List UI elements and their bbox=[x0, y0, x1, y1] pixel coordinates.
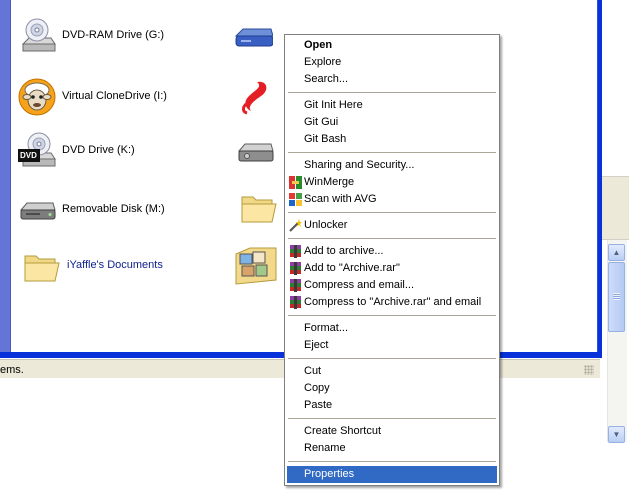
menu-item-properties[interactable]: Properties bbox=[287, 466, 497, 483]
winrar-icon bbox=[290, 296, 301, 309]
menu-item-winmerge[interactable]: WinMerge bbox=[287, 174, 497, 191]
drive-label: Virtual CloneDrive (I:) bbox=[62, 90, 167, 102]
menu-item-sharing-and-security[interactable]: Sharing and Security... bbox=[287, 157, 497, 174]
drive-label: iYaffle's Documents bbox=[67, 259, 163, 271]
menu-item-label: Paste bbox=[304, 399, 333, 411]
menu-item-open[interactable]: Open bbox=[287, 37, 497, 54]
drive-item-removable-disk[interactable]: Removable Disk (M:) bbox=[17, 190, 197, 230]
menu-item-label: Git Gui bbox=[304, 116, 339, 128]
menu-item-git-gui[interactable]: Git Gui bbox=[287, 114, 497, 131]
drive-label: DVD Drive (K:) bbox=[62, 144, 135, 156]
menu-item-label: Add to archive... bbox=[304, 245, 384, 257]
menu-item-add-to-archive-rar[interactable]: Add to "Archive.rar" bbox=[287, 260, 497, 277]
drive-item-virtual-clonedrive[interactable]: Virtual CloneDrive (I:) bbox=[17, 77, 207, 117]
menu-item-rename[interactable]: Rename bbox=[287, 440, 497, 457]
menu-item-label: Compress and email... bbox=[304, 279, 415, 291]
menu-item-label: Unlocker bbox=[304, 219, 348, 231]
menu-item-paste[interactable]: Paste bbox=[287, 397, 497, 414]
menu-separator bbox=[288, 461, 496, 462]
menu-item-label: Git Init Here bbox=[304, 99, 363, 111]
menu-item-label: Git Bash bbox=[304, 133, 347, 145]
drive-label: DVD-RAM Drive (G:) bbox=[62, 29, 165, 41]
menu-item-compress-and-email[interactable]: Compress and email... bbox=[287, 277, 497, 294]
menu-item-git-init-here[interactable]: Git Init Here bbox=[287, 97, 497, 114]
menu-item-label: Create Shortcut bbox=[304, 425, 382, 437]
menu-item-label: Add to "Archive.rar" bbox=[304, 262, 400, 274]
menu-item-label: Properties bbox=[304, 468, 355, 480]
menu-item-label: Eject bbox=[304, 339, 329, 351]
dvd-badge-text: DVD bbox=[20, 151, 37, 160]
menu-separator bbox=[288, 315, 496, 316]
avg-icon bbox=[289, 193, 302, 206]
clonedrive-sheep-icon bbox=[18, 78, 56, 116]
menu-item-unlocker[interactable]: Unlocker bbox=[287, 217, 497, 234]
menu-separator bbox=[288, 358, 496, 359]
explorer-task-pane-edge bbox=[0, 0, 11, 352]
winrar-icon bbox=[290, 262, 301, 275]
menu-item-label: Open bbox=[304, 39, 333, 51]
scrollbar-thumb[interactable] bbox=[608, 262, 625, 332]
resize-grip[interactable] bbox=[584, 365, 594, 375]
background-window-toolbar bbox=[602, 176, 629, 240]
menu-separator bbox=[288, 152, 496, 153]
menu-item-cut[interactable]: Cut bbox=[287, 363, 497, 380]
scroll-down-button[interactable]: ▼ bbox=[608, 426, 625, 443]
removable-disk-icon bbox=[19, 202, 56, 220]
menu-item-create-shortcut[interactable]: Create Shortcut bbox=[287, 423, 497, 440]
menu-item-label: Cut bbox=[304, 365, 322, 377]
menu-item-label: Rename bbox=[304, 442, 346, 454]
pictures-folder-icon[interactable] bbox=[233, 240, 279, 288]
menu-item-add-to-archive[interactable]: Add to archive... bbox=[287, 243, 497, 260]
menu-separator bbox=[288, 238, 496, 239]
scroll-up-button[interactable]: ▲ bbox=[608, 244, 625, 261]
unlocker-wand-icon bbox=[289, 219, 302, 232]
menu-separator bbox=[288, 92, 496, 93]
menu-item-label: Format... bbox=[304, 322, 349, 334]
status-bar-text: ems. bbox=[0, 364, 24, 376]
menu-item-search[interactable]: Search... bbox=[287, 71, 497, 88]
drive-item-dvd[interactable]: DVD DVD Drive (K:) bbox=[17, 131, 197, 171]
menu-item-label: WinMerge bbox=[304, 176, 355, 188]
menu-item-explore[interactable]: Explore bbox=[287, 54, 497, 71]
menu-item-label: Explore bbox=[304, 56, 342, 68]
drive-label: Removable Disk (M:) bbox=[62, 203, 165, 215]
menu-item-git-bash[interactable]: Git Bash bbox=[287, 131, 497, 148]
network-drive-icon[interactable] bbox=[233, 22, 273, 56]
menu-item-label: Search... bbox=[304, 73, 349, 85]
folder-icon[interactable] bbox=[239, 187, 279, 227]
documents-folder-item[interactable]: iYaffle's Documents bbox=[22, 246, 202, 286]
menu-item-format[interactable]: Format... bbox=[287, 320, 497, 337]
window-frame-right bbox=[597, 0, 602, 358]
menu-item-compress-to-archive-rar-and-email[interactable]: Compress to "Archive.rar" and email bbox=[287, 294, 497, 311]
winrar-icon bbox=[290, 279, 301, 292]
menu-item-label: Sharing and Security... bbox=[304, 159, 415, 171]
drive-item-dvd-ram[interactable]: DVD-RAM Drive (G:) bbox=[17, 16, 197, 56]
context-menu: Open Explore Search... Git Init Here Git Gui… bbox=[284, 34, 500, 486]
desktop-screen: ▲ ▼ DVD-RAM Drive (G:) Virtual CloneDriv… bbox=[0, 0, 629, 490]
menu-item-label: Copy bbox=[304, 382, 330, 394]
menu-item-label: Compress to "Archive.rar" and email bbox=[304, 296, 482, 308]
airtel-swoosh-icon[interactable] bbox=[237, 78, 271, 116]
winrar-icon bbox=[290, 245, 301, 258]
hard-drive-icon[interactable] bbox=[237, 131, 275, 171]
menu-separator bbox=[288, 212, 496, 213]
folder-icon bbox=[24, 255, 60, 282]
menu-separator bbox=[288, 418, 496, 419]
menu-item-eject[interactable]: Eject bbox=[287, 337, 497, 354]
menu-item-scan-with-avg[interactable]: Scan with AVG bbox=[287, 191, 497, 208]
winmerge-icon bbox=[289, 176, 302, 189]
background-window-pane bbox=[602, 0, 629, 176]
menu-item-copy[interactable]: Copy bbox=[287, 380, 497, 397]
optical-drive-icon bbox=[21, 18, 56, 52]
menu-item-label: Scan with AVG bbox=[304, 193, 377, 205]
